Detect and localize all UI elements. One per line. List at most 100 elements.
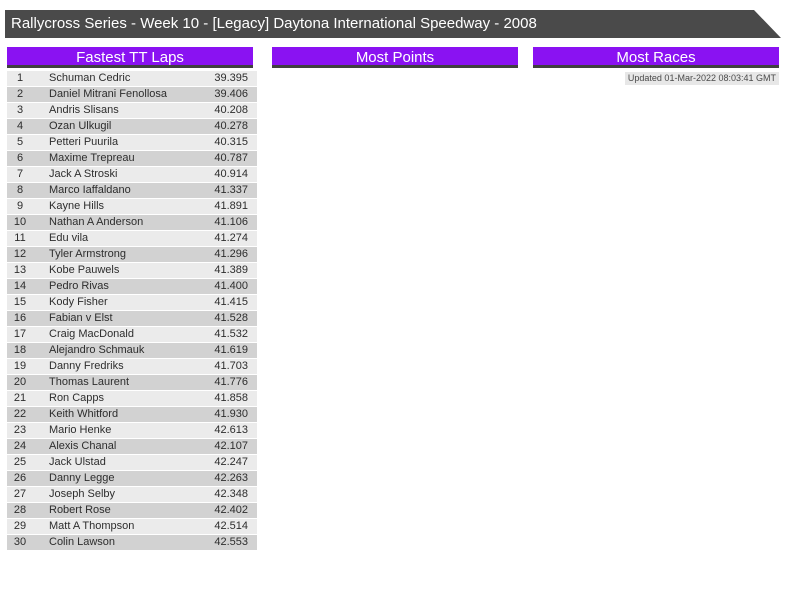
time-cell: 41.619	[214, 344, 248, 356]
time-cell: 40.278	[214, 120, 248, 132]
rank-cell: 5	[16, 136, 24, 148]
time-cell: 42.107	[214, 440, 248, 452]
rank-cell: 7	[16, 168, 24, 180]
driver-cell: Jack A Stroski	[49, 168, 118, 180]
rank-cell: 20	[13, 376, 27, 388]
driver-cell: Colin Lawson	[49, 536, 116, 548]
driver-cell: Joseph Selby	[49, 488, 116, 500]
driver-cell: Robert Rose	[49, 504, 111, 516]
driver-cell: Danny Fredriks	[49, 360, 124, 372]
driver-cell: Nathan A Anderson	[49, 216, 144, 228]
table-row: 18 Alejandro Schmauk 41.619	[7, 343, 257, 359]
driver-cell: Tyler Armstrong	[49, 248, 127, 260]
rank-cell: 12	[13, 248, 27, 260]
table-row: 24 Alexis Chanal 42.107	[7, 439, 257, 455]
rank-cell: 6	[16, 152, 24, 164]
time-cell: 41.274	[214, 232, 248, 244]
table-row: 22 Keith Whitford 41.930	[7, 407, 257, 423]
driver-cell: Schuman Cedric	[49, 72, 131, 84]
rank-cell: 23	[13, 424, 27, 436]
table-row: 3 Andris Slisans 40.208	[7, 103, 257, 119]
table-row: 10 Nathan A Anderson 41.106	[7, 215, 257, 231]
rank-cell: 28	[13, 504, 27, 516]
rank-cell: 16	[13, 312, 27, 324]
driver-cell: Maxime Trepreau	[49, 152, 135, 164]
rank-cell: 22	[13, 408, 27, 420]
table-row: 13 Kobe Pauwels 41.389	[7, 263, 257, 279]
time-cell: 41.106	[214, 216, 248, 228]
rank-cell: 24	[13, 440, 27, 452]
time-cell: 41.703	[214, 360, 248, 372]
time-cell: 41.296	[214, 248, 248, 260]
rank-cell: 10	[13, 216, 27, 228]
table-row: 8 Marco Iaffaldano 41.337	[7, 183, 257, 199]
table-row: 12 Tyler Armstrong 41.296	[7, 247, 257, 263]
time-cell: 42.613	[214, 424, 248, 436]
fastest-tt-laps-header: Fastest TT Laps	[7, 47, 253, 68]
time-cell: 42.263	[214, 472, 248, 484]
driver-cell: Fabian v Elst	[49, 312, 113, 324]
time-cell: 42.514	[214, 520, 248, 532]
table-row: 16 Fabian v Elst 41.528	[7, 311, 257, 327]
driver-cell: Andris Slisans	[49, 104, 119, 116]
driver-cell: Mario Henke	[49, 424, 112, 436]
table-row: 23 Mario Henke 42.613	[7, 423, 257, 439]
rank-cell: 11	[14, 232, 26, 244]
table-row: 26 Danny Legge 42.263	[7, 471, 257, 487]
time-cell: 42.247	[214, 456, 248, 468]
rank-cell: 2	[16, 88, 24, 100]
driver-cell: Jack Ulstad	[49, 456, 106, 468]
time-cell: 41.389	[214, 264, 248, 276]
table-row: 5 Petteri Puurila 40.315	[7, 135, 257, 151]
driver-cell: Kody Fisher	[49, 296, 108, 308]
table-row: 28 Robert Rose 42.402	[7, 503, 257, 519]
driver-cell: Petteri Puurila	[49, 136, 119, 148]
section-fastest-tt-laps: Fastest TT Laps 1 Schuman Cedric 39.395 …	[7, 47, 257, 551]
fastest-tt-laps-table: 1 Schuman Cedric 39.395 2 Daniel Mitrani…	[7, 71, 257, 551]
most-races-header: Most Races	[533, 47, 779, 68]
driver-cell: Pedro Rivas	[49, 280, 109, 292]
table-row: 15 Kody Fisher 41.415	[7, 295, 257, 311]
driver-cell: Matt A Thompson	[49, 520, 135, 532]
rank-cell: 27	[13, 488, 27, 500]
time-cell: 41.858	[214, 392, 248, 404]
driver-cell: Ron Capps	[49, 392, 105, 404]
driver-cell: Daniel Mitrani Fenollosa	[49, 88, 167, 100]
rank-cell: 14	[13, 280, 27, 292]
driver-cell: Ozan Ulkugil	[49, 120, 112, 132]
table-row: 9 Kayne Hills 41.891	[7, 199, 257, 215]
rank-cell: 25	[13, 456, 27, 468]
time-cell: 40.914	[214, 168, 248, 180]
table-row: 25 Jack Ulstad 42.247	[7, 455, 257, 471]
rank-cell: 30	[13, 536, 27, 548]
table-row: 7 Jack A Stroski 40.914	[7, 167, 257, 183]
rank-cell: 9	[16, 200, 24, 212]
table-row: 14 Pedro Rivas 41.400	[7, 279, 257, 295]
rank-cell: 19	[13, 360, 27, 372]
table-row: 6 Maxime Trepreau 40.787	[7, 151, 257, 167]
driver-cell: Alejandro Schmauk	[49, 344, 145, 356]
time-cell: 41.528	[214, 312, 248, 324]
rank-cell: 21	[13, 392, 27, 404]
time-cell: 41.891	[214, 200, 248, 212]
section-most-races: Most Races Updated 01-Mar-2022 08:03:41 …	[533, 47, 779, 85]
time-cell: 41.337	[214, 184, 248, 196]
driver-cell: Marco Iaffaldano	[49, 184, 131, 196]
table-row: 21 Ron Capps 41.858	[7, 391, 257, 407]
driver-cell: Thomas Laurent	[49, 376, 130, 388]
rank-cell: 18	[13, 344, 27, 356]
rank-cell: 26	[13, 472, 27, 484]
table-row: 27 Joseph Selby 42.348	[7, 487, 257, 503]
rank-cell: 1	[16, 72, 24, 84]
rank-cell: 13	[13, 264, 27, 276]
rank-cell: 29	[13, 520, 27, 532]
table-row: 17 Craig MacDonald 41.532	[7, 327, 257, 343]
driver-cell: Alexis Chanal	[49, 440, 117, 452]
title-banner: Rallycross Series - Week 10 - [Legacy] D…	[5, 10, 781, 38]
time-cell: 41.532	[214, 328, 248, 340]
driver-cell: Craig MacDonald	[49, 328, 134, 340]
table-row: 1 Schuman Cedric 39.395	[7, 71, 257, 87]
rank-cell: 8	[16, 184, 24, 196]
table-row: 19 Danny Fredriks 41.703	[7, 359, 257, 375]
driver-cell: Kobe Pauwels	[49, 264, 120, 276]
